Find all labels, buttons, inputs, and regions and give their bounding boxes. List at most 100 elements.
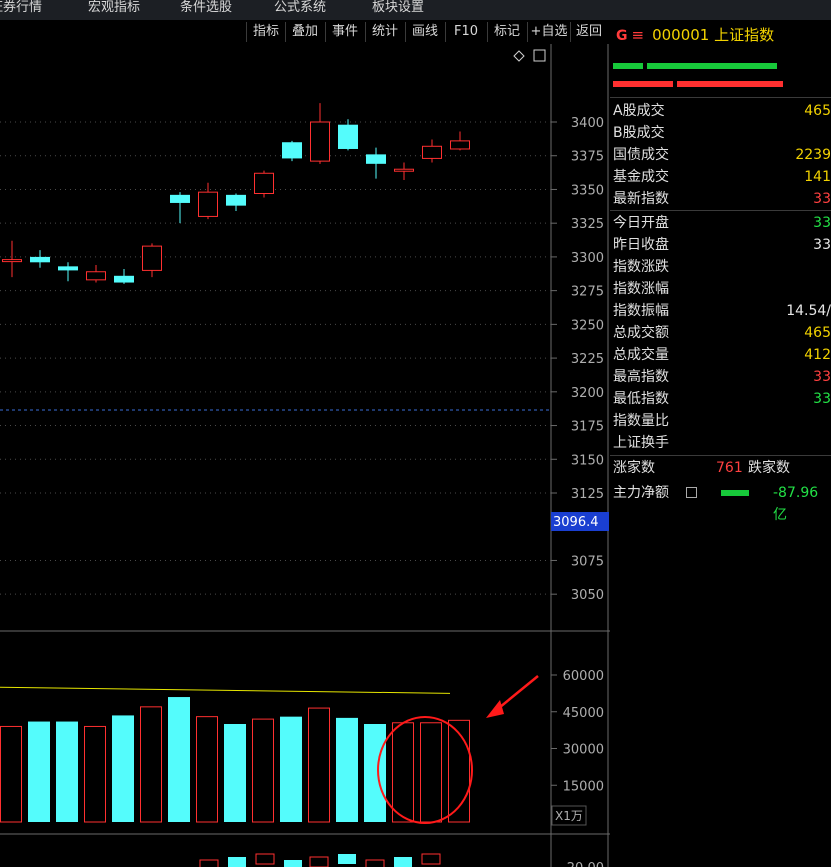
group-tag[interactable]: G: [616, 28, 628, 44]
stat-label: 上证换手: [613, 435, 669, 451]
stat-value: 33: [813, 391, 831, 407]
stat-label: 指数涨幅: [613, 281, 669, 297]
divider: [610, 455, 831, 456]
decliners-label: 跌家数: [748, 460, 790, 476]
tool-mark-button[interactable]: 标记: [487, 22, 526, 42]
sub-bar: [421, 853, 441, 865]
y-tick-label: 3350: [571, 183, 604, 198]
menu-formula[interactable]: 公式系统: [274, 0, 326, 15]
tool-draw-button[interactable]: 画线: [405, 22, 444, 42]
stat-label: 今日开盘: [613, 215, 669, 231]
volume-bar: [0, 725, 22, 823]
stat-label: 指数振幅: [613, 303, 669, 319]
sub-tick-label: 20.00: [567, 861, 604, 867]
advancers-value: 761: [716, 460, 743, 476]
stat-label: A股成交: [613, 103, 665, 119]
candle-body: [450, 140, 470, 150]
candle-body: [142, 245, 162, 271]
main-flow-label: 主力净额: [613, 485, 669, 501]
candle-body: [86, 271, 106, 281]
stat-row: 今日开盘 33: [613, 212, 831, 234]
y-tick-label: 3125: [571, 487, 604, 502]
y-tick-label: 3150: [571, 453, 604, 468]
stat-value: 33: [813, 191, 831, 207]
candle-body: [58, 266, 78, 271]
y-tick-label: 3225: [571, 352, 604, 367]
stat-label: 昨日收盘: [613, 237, 669, 253]
tool-stats-button[interactable]: 统计: [365, 22, 404, 42]
candle-body: [366, 154, 386, 164]
stat-row: 指数涨幅: [613, 278, 831, 300]
list-icon[interactable]: [686, 487, 697, 498]
candle-body: [114, 275, 134, 283]
tool-event-button[interactable]: 事件: [325, 22, 364, 42]
candle-body: [2, 259, 22, 263]
panel-title: G ≡ 000001 上证指数: [616, 24, 774, 45]
volume-bar: [84, 725, 106, 823]
volume-ma-line: [0, 686, 451, 694]
tool-indicator-button[interactable]: 指标: [246, 22, 285, 42]
sub-bar: [255, 853, 275, 865]
main-flow-row: 主力净额 -87.96亿: [613, 482, 831, 523]
kline-chart[interactable]: 3400 3375 3350 3325 3300 3275 3250 3225 3200 3175…: [0, 44, 610, 867]
quote-panel: G ≡ 000001 上证指数 A股成交 465 B股成交国债成交 2239 基金成交 141…: [610, 20, 831, 867]
annotation-arrow-head: [486, 700, 504, 718]
volume-unit-label: X1万: [555, 809, 583, 823]
tool-add-watchlist-button[interactable]: +自选: [527, 22, 570, 42]
volume-tick-label: 15000: [563, 779, 604, 794]
volume-bar: [308, 707, 330, 823]
candle-body: [282, 142, 302, 159]
sub-bar: [284, 860, 302, 867]
volume-bar: [336, 717, 358, 822]
chart-toolbar: 指标 叠加 事件 统计 画线 F10 标记 +自选 返回: [0, 20, 608, 44]
volume-bar: [140, 706, 162, 823]
volume-bar: [252, 718, 274, 823]
stat-row: 指数振幅 14.54/: [613, 300, 831, 322]
volume-bar: [112, 715, 134, 822]
stat-value: 2239: [795, 147, 831, 163]
stat-row: 上证换手: [613, 432, 831, 454]
candle-body: [170, 194, 190, 203]
tool-back-button[interactable]: 返回: [570, 22, 607, 42]
advancers-row: 涨家数 761 跌家数: [613, 457, 831, 479]
tool-f10-button[interactable]: F10: [445, 22, 486, 42]
volume-tick-label: 45000: [563, 706, 604, 721]
divider: [610, 97, 831, 98]
stat-value: 141: [804, 169, 831, 185]
menu-stock-picker[interactable]: 条件选股: [180, 0, 232, 15]
stat-row: 指数量比: [613, 410, 831, 432]
flow-bar: [721, 490, 749, 496]
volume-bar: [224, 724, 246, 822]
stat-value: 465: [804, 103, 831, 119]
candle-body: [226, 194, 246, 206]
stat-value: 33: [813, 369, 831, 385]
menu-quotes[interactable]: 证券行情: [0, 0, 42, 15]
menu-icon[interactable]: ≡: [632, 26, 645, 44]
tool-overlay-button[interactable]: 叠加: [285, 22, 324, 42]
volume-bar: [56, 721, 78, 822]
y-tick-label: 3050: [571, 588, 604, 603]
sub-bar: [394, 857, 412, 867]
stat-value: 412: [804, 347, 831, 363]
y-tick-label: 3275: [571, 285, 604, 300]
stat-row: 最新指数 33: [613, 188, 831, 210]
volume-tick-label: 30000: [563, 743, 604, 758]
sub-bar: [228, 857, 246, 867]
candle-body: [254, 172, 274, 195]
stat-row: 基金成交 141: [613, 166, 831, 188]
menu-sector-settings[interactable]: 板块设置: [372, 0, 424, 15]
bid-ask-bars: [613, 63, 783, 87]
volume-bar: [420, 722, 442, 823]
price-marker-label: 3096.4: [553, 515, 599, 530]
stat-row: 总成交额 465: [613, 322, 831, 344]
sub-bar: [365, 859, 385, 867]
menu-macro[interactable]: 宏观指标: [88, 0, 140, 15]
stat-label: 总成交量: [613, 347, 669, 363]
stat-label: 最高指数: [613, 369, 669, 385]
y-tick-label: 3400: [571, 116, 604, 131]
stat-label: B股成交: [613, 125, 665, 141]
stat-label: 指数量比: [613, 413, 669, 429]
volume-bar: [196, 716, 218, 823]
stat-row: 总成交量 412: [613, 344, 831, 366]
stat-row: 国债成交 2239: [613, 144, 831, 166]
